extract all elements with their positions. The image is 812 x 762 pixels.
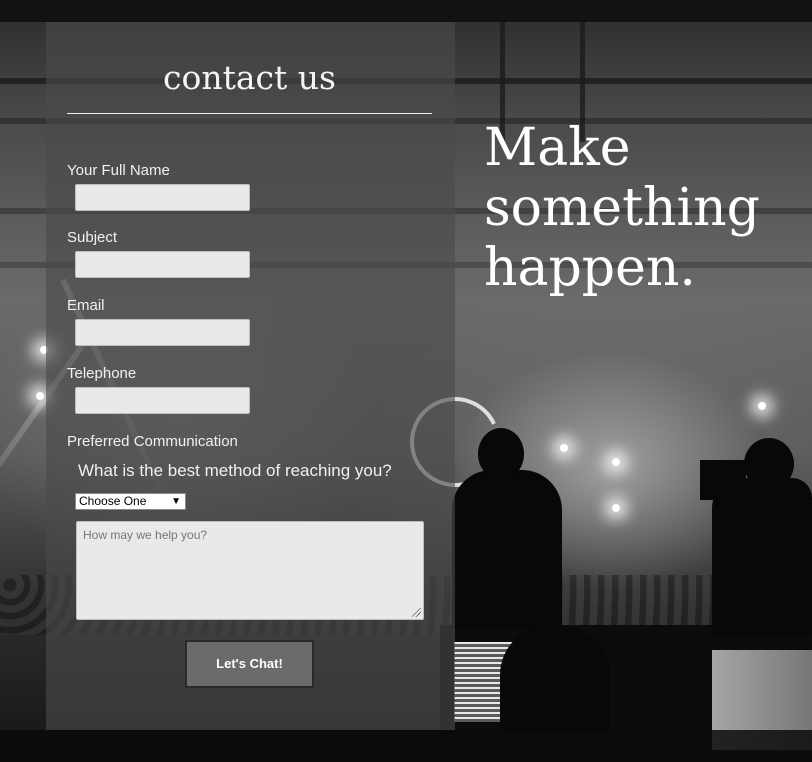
stage-light xyxy=(560,444,568,452)
top-bar xyxy=(0,0,812,22)
select-value: Choose One xyxy=(79,494,147,508)
silhouette-head xyxy=(744,438,794,490)
silhouette-head xyxy=(478,428,524,480)
message-textarea[interactable]: How may we help you? xyxy=(76,521,424,620)
stage-light xyxy=(758,402,766,410)
bottom-bar xyxy=(0,730,812,762)
preferred-communication-label: Preferred Communication xyxy=(67,433,238,450)
hero-line: happen. xyxy=(484,238,696,298)
telephone-input[interactable] xyxy=(75,387,250,414)
stage-light xyxy=(36,392,44,400)
telephone-label: Telephone xyxy=(67,365,137,382)
preferred-method-question: What is the best method of reaching you? xyxy=(78,461,392,480)
preferred-method-select[interactable]: Choose One ▼ xyxy=(75,493,186,510)
message-placeholder: How may we help you? xyxy=(83,528,208,542)
chevron-down-icon: ▼ xyxy=(171,496,181,507)
silhouette-foreground xyxy=(500,625,610,735)
email-label: Email xyxy=(67,297,105,314)
email-input[interactable] xyxy=(75,319,250,346)
camera xyxy=(700,460,746,500)
stage-light xyxy=(612,458,620,466)
stage-light xyxy=(612,504,620,512)
hero-headline: Make something happen. xyxy=(484,118,760,298)
form-title: contact us xyxy=(163,58,336,97)
silhouette-cameraman xyxy=(712,478,812,638)
title-divider xyxy=(67,113,432,114)
full-name-label: Your Full Name xyxy=(67,162,170,179)
subject-label: Subject xyxy=(67,229,118,246)
hero-line: Make xyxy=(484,118,631,178)
subject-input[interactable] xyxy=(75,251,250,278)
hero-line: something xyxy=(484,178,760,238)
submit-button[interactable]: Let's Chat! xyxy=(185,640,314,688)
silhouette-person xyxy=(452,470,562,630)
full-name-input[interactable] xyxy=(75,184,250,211)
resize-handle-icon[interactable] xyxy=(412,608,421,617)
